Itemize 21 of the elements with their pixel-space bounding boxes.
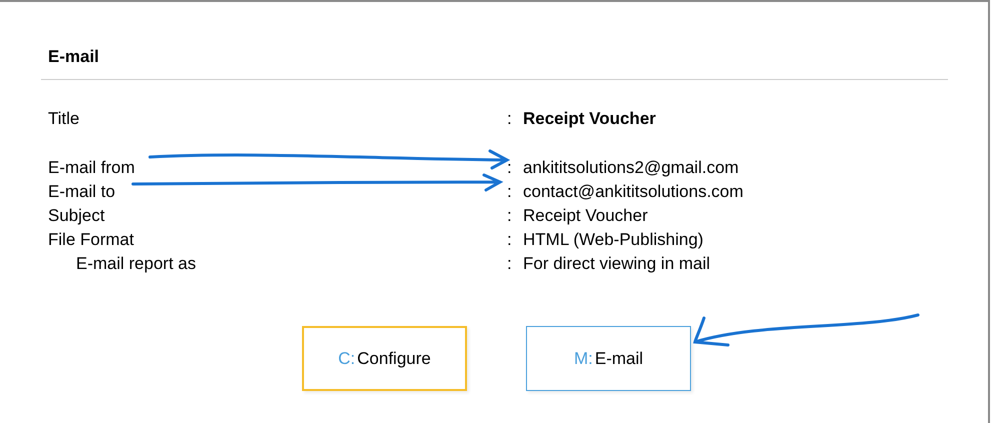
field-label: File Format [48, 229, 134, 251]
email-button[interactable]: M:E-mail [526, 326, 691, 391]
field-label: Subject [48, 205, 105, 227]
field-value: ankititsolutions2@gmail.com [523, 157, 739, 179]
field-value: For direct viewing in mail [523, 253, 710, 275]
field-value: Receipt Voucher [523, 205, 648, 227]
field-label: Title [48, 108, 80, 130]
field-value: contact@ankititsolutions.com [523, 181, 744, 203]
field-value: Receipt Voucher [523, 108, 656, 130]
colon: : [507, 108, 513, 130]
colon: : [507, 229, 513, 251]
colon: : [507, 181, 513, 203]
field-label: E-mail report as [76, 253, 196, 275]
field-label: E-mail from [48, 157, 135, 179]
field-value: HTML (Web-Publishing) [523, 229, 704, 251]
configure-button[interactable]: C:Configure [302, 326, 467, 391]
field-label: E-mail to [48, 181, 116, 203]
section-title: E-mail [48, 47, 100, 66]
colon: : [507, 205, 513, 227]
colon: : [507, 157, 513, 179]
colon: : [507, 253, 513, 275]
